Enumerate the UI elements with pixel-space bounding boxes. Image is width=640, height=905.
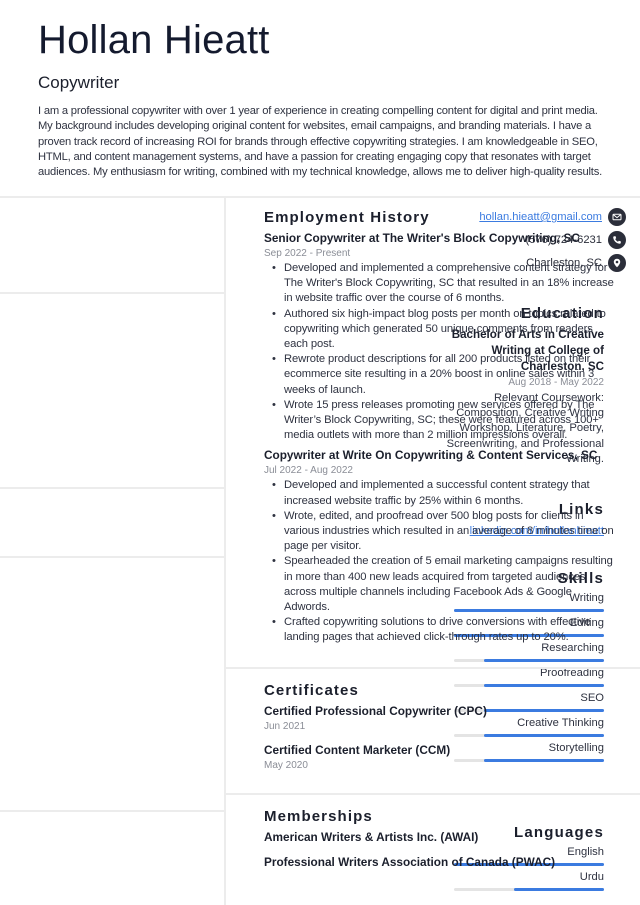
skills-divider	[0, 810, 224, 812]
job-entry: Copywriter at Write On Copywriting & Con…	[264, 448, 614, 645]
job-entry: Senior Copywriter at The Writer's Block …	[264, 231, 614, 443]
language-level-fill	[514, 888, 604, 891]
language-level-track	[454, 888, 604, 891]
job-dates: Jul 2022 - Aug 2022	[264, 465, 353, 477]
employment-heading: Employment History	[264, 209, 430, 226]
membership-item: Professional Writers Association of Cana…	[264, 855, 556, 869]
certificates-divider	[226, 793, 640, 795]
job-dates: Sep 2022 - Present	[264, 248, 351, 259]
certificate-date: May 2020	[264, 760, 308, 771]
memberships-heading: Memberships	[264, 808, 373, 825]
education-divider	[0, 487, 224, 489]
certificate-date: Jun 2021	[264, 721, 306, 732]
certificate-name: Certified Content Marketer (CCM)	[264, 743, 451, 757]
certificate-entry: Certified Professional Copywriter (CPC) …	[264, 704, 614, 734]
job-bullet: Developed and implemented a successful c…	[272, 478, 614, 508]
job-bullet: Authored six high-impact blog posts per …	[272, 307, 614, 353]
skill-level-track	[454, 659, 604, 662]
profile-summary: I am a professional copywriter with over…	[38, 105, 603, 179]
memberships-section: Memberships American Writers & Artists I…	[264, 808, 614, 870]
column-divider	[224, 196, 226, 905]
certificate-name: Certified Professional Copywriter (CPC)	[264, 704, 487, 718]
language-label: Urdu	[579, 871, 604, 883]
language-item: Urdu	[434, 870, 604, 891]
skill-level-fill	[484, 659, 604, 662]
job-bullets: Developed and implemented a successful c…	[272, 478, 614, 645]
certificates-section: Certificates Certified Professional Copy…	[264, 682, 614, 773]
job-bullet: Wrote 15 press releases promoting new se…	[272, 398, 614, 444]
employment-divider	[226, 667, 640, 669]
job-bullets: Developed and implemented a comprehensiv…	[272, 261, 614, 443]
job-bullet: Rewrote product descriptions for all 200…	[272, 352, 614, 398]
job-bullet: Developed and implemented a comprehensiv…	[272, 261, 614, 307]
membership-item: American Writers & Artists Inc. (AWAI)	[264, 830, 479, 844]
certificates-heading: Certificates	[264, 682, 359, 699]
job-bullet: Spearheaded the creation of 5 email mark…	[272, 554, 614, 615]
certificate-entry: Certified Content Marketer (CCM) May 202…	[264, 743, 614, 773]
contact-divider	[0, 292, 224, 294]
job-bullet: Wrote, edited, and proofread over 500 bl…	[272, 509, 614, 555]
employment-section: Employment History Senior Copywriter at …	[264, 209, 614, 646]
job-bullet: Crafted copywriting solutions to drive c…	[272, 615, 614, 645]
links-divider	[0, 556, 224, 558]
job-title: Senior Copywriter at The Writer's Block …	[264, 231, 580, 245]
header-divider	[0, 196, 640, 198]
candidate-title: Copywriter	[38, 73, 120, 92]
candidate-name: Hollan Hieatt	[38, 18, 270, 62]
job-title: Copywriter at Write On Copywriting & Con…	[264, 448, 598, 463]
